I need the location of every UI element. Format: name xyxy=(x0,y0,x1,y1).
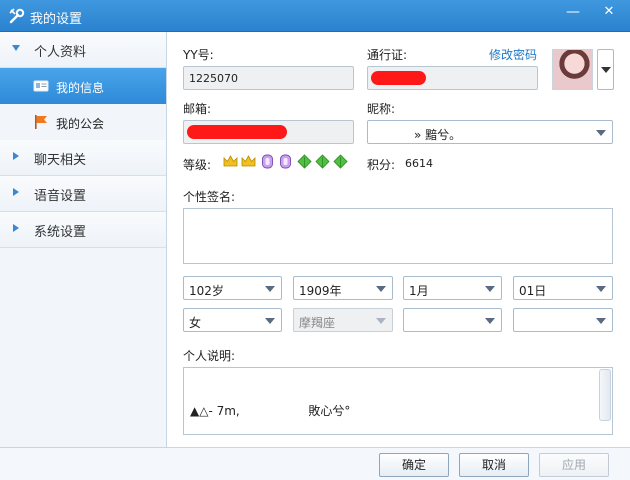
close-button[interactable]: ✕ xyxy=(596,2,622,22)
birth-day-select[interactable]: 01日 xyxy=(513,276,613,300)
minimize-button[interactable]: — xyxy=(560,2,586,22)
gender-select[interactable]: 女 xyxy=(183,308,282,332)
sidebar: 个人资料 我的信息 我的公会 聊天相关 语音设置 系统设置 xyxy=(0,32,167,447)
city-select[interactable] xyxy=(513,308,613,332)
collapse-arrow-icon xyxy=(13,224,19,232)
birth-month-value: 1月 xyxy=(409,284,429,298)
zodiac-value: 摩羯座 xyxy=(299,316,336,330)
footer-bar: 确定 取消 应用 xyxy=(0,447,630,480)
cancel-button[interactable]: 取消 xyxy=(459,453,529,477)
avatar[interactable] xyxy=(552,49,593,90)
nickname-select[interactable]: » 黯兮。 xyxy=(367,120,613,144)
window-title: 我的设置 xyxy=(30,12,83,27)
sidebar-section-system[interactable]: 系统设置 xyxy=(0,212,166,248)
passport-label: 通行证: xyxy=(367,48,408,62)
collapse-arrow-icon xyxy=(13,152,19,160)
chevron-down-icon xyxy=(601,67,611,73)
gem-icon xyxy=(280,154,291,169)
sidebar-section-chat[interactable]: 聊天相关 xyxy=(0,140,166,176)
flag-icon xyxy=(35,115,47,129)
collapse-arrow-icon xyxy=(13,188,19,196)
sidebar-section-label: 个人资料 xyxy=(34,45,87,60)
sidebar-item-my-guild[interactable]: 我的公会 xyxy=(0,104,166,140)
sidebar-item-label: 我的公会 xyxy=(56,117,105,131)
passport-field xyxy=(367,66,538,90)
leaf-icon xyxy=(297,154,312,169)
yy-label: YY号: xyxy=(183,48,214,62)
gem-icon xyxy=(262,154,273,169)
leaf-icon xyxy=(333,154,348,169)
profile-panel: YY号: 1225070 通行证: 修改密码 邮箱: 昵称: » 黯兮。 等级:… xyxy=(167,32,630,447)
birth-month-select[interactable]: 1月 xyxy=(403,276,502,300)
avatar-menu-button[interactable] xyxy=(597,49,614,90)
sidebar-item-label: 我的信息 xyxy=(56,81,105,95)
tools-icon xyxy=(9,8,25,24)
sidebar-item-my-info[interactable]: 我的信息 xyxy=(0,68,166,104)
id-card-icon xyxy=(33,80,49,92)
signature-label: 个性签名: xyxy=(183,190,236,204)
email-field xyxy=(183,120,354,144)
zodiac-select: 摩羯座 xyxy=(293,308,393,332)
chevron-down-icon xyxy=(376,318,386,324)
expand-arrow-icon xyxy=(12,45,20,51)
gender-value: 女 xyxy=(189,316,202,330)
nickname-label: 昵称: xyxy=(367,102,396,116)
birth-day-value: 01日 xyxy=(519,284,547,298)
birth-year-value: 1909年 xyxy=(299,284,342,298)
crown-icon xyxy=(241,155,256,167)
chevron-down-icon xyxy=(596,286,606,292)
description-label: 个人说明: xyxy=(183,349,236,363)
sidebar-section-voice[interactable]: 语音设置 xyxy=(0,176,166,212)
level-label: 等级: xyxy=(183,158,212,172)
chevron-down-icon xyxy=(485,318,495,324)
score-value: 6614 xyxy=(405,157,433,170)
email-label: 邮箱: xyxy=(183,102,212,116)
redaction-mark xyxy=(371,71,426,85)
yy-number-field: 1225070 xyxy=(183,66,354,90)
chevron-down-icon xyxy=(485,286,495,292)
sidebar-section-label: 系统设置 xyxy=(34,225,87,240)
age-value: 102岁 xyxy=(189,284,224,298)
signature-input[interactable] xyxy=(183,208,613,264)
description-value: ▲△- 7m, 敗心兮° xyxy=(190,404,351,418)
province-select[interactable] xyxy=(403,308,502,332)
chevron-down-icon xyxy=(596,318,606,324)
sidebar-section-profile[interactable]: 个人资料 xyxy=(0,32,166,68)
apply-button[interactable]: 应用 xyxy=(539,453,609,477)
crown-icon xyxy=(223,155,238,167)
chevron-down-icon xyxy=(376,286,386,292)
description-input[interactable]: ▲△- 7m, 敗心兮° xyxy=(183,367,613,435)
scrollbar[interactable] xyxy=(599,369,611,421)
chevron-down-icon xyxy=(596,130,606,136)
redaction-mark xyxy=(187,125,287,139)
birth-year-select[interactable]: 1909年 xyxy=(293,276,393,300)
age-select[interactable]: 102岁 xyxy=(183,276,282,300)
yy-number-value: 1225070 xyxy=(189,72,238,85)
change-password-link[interactable]: 修改密码 xyxy=(489,46,537,63)
score-label: 积分: xyxy=(367,158,396,172)
ok-button[interactable]: 确定 xyxy=(379,453,449,477)
sidebar-section-label: 语音设置 xyxy=(34,189,87,204)
leaf-icon xyxy=(315,154,330,169)
chevron-down-icon xyxy=(265,318,275,324)
sidebar-section-label: 聊天相关 xyxy=(34,153,87,168)
nickname-value: » 黯兮。 xyxy=(414,128,462,142)
title-bar: 我的设置 — ✕ xyxy=(0,0,630,32)
chevron-down-icon xyxy=(265,286,275,292)
